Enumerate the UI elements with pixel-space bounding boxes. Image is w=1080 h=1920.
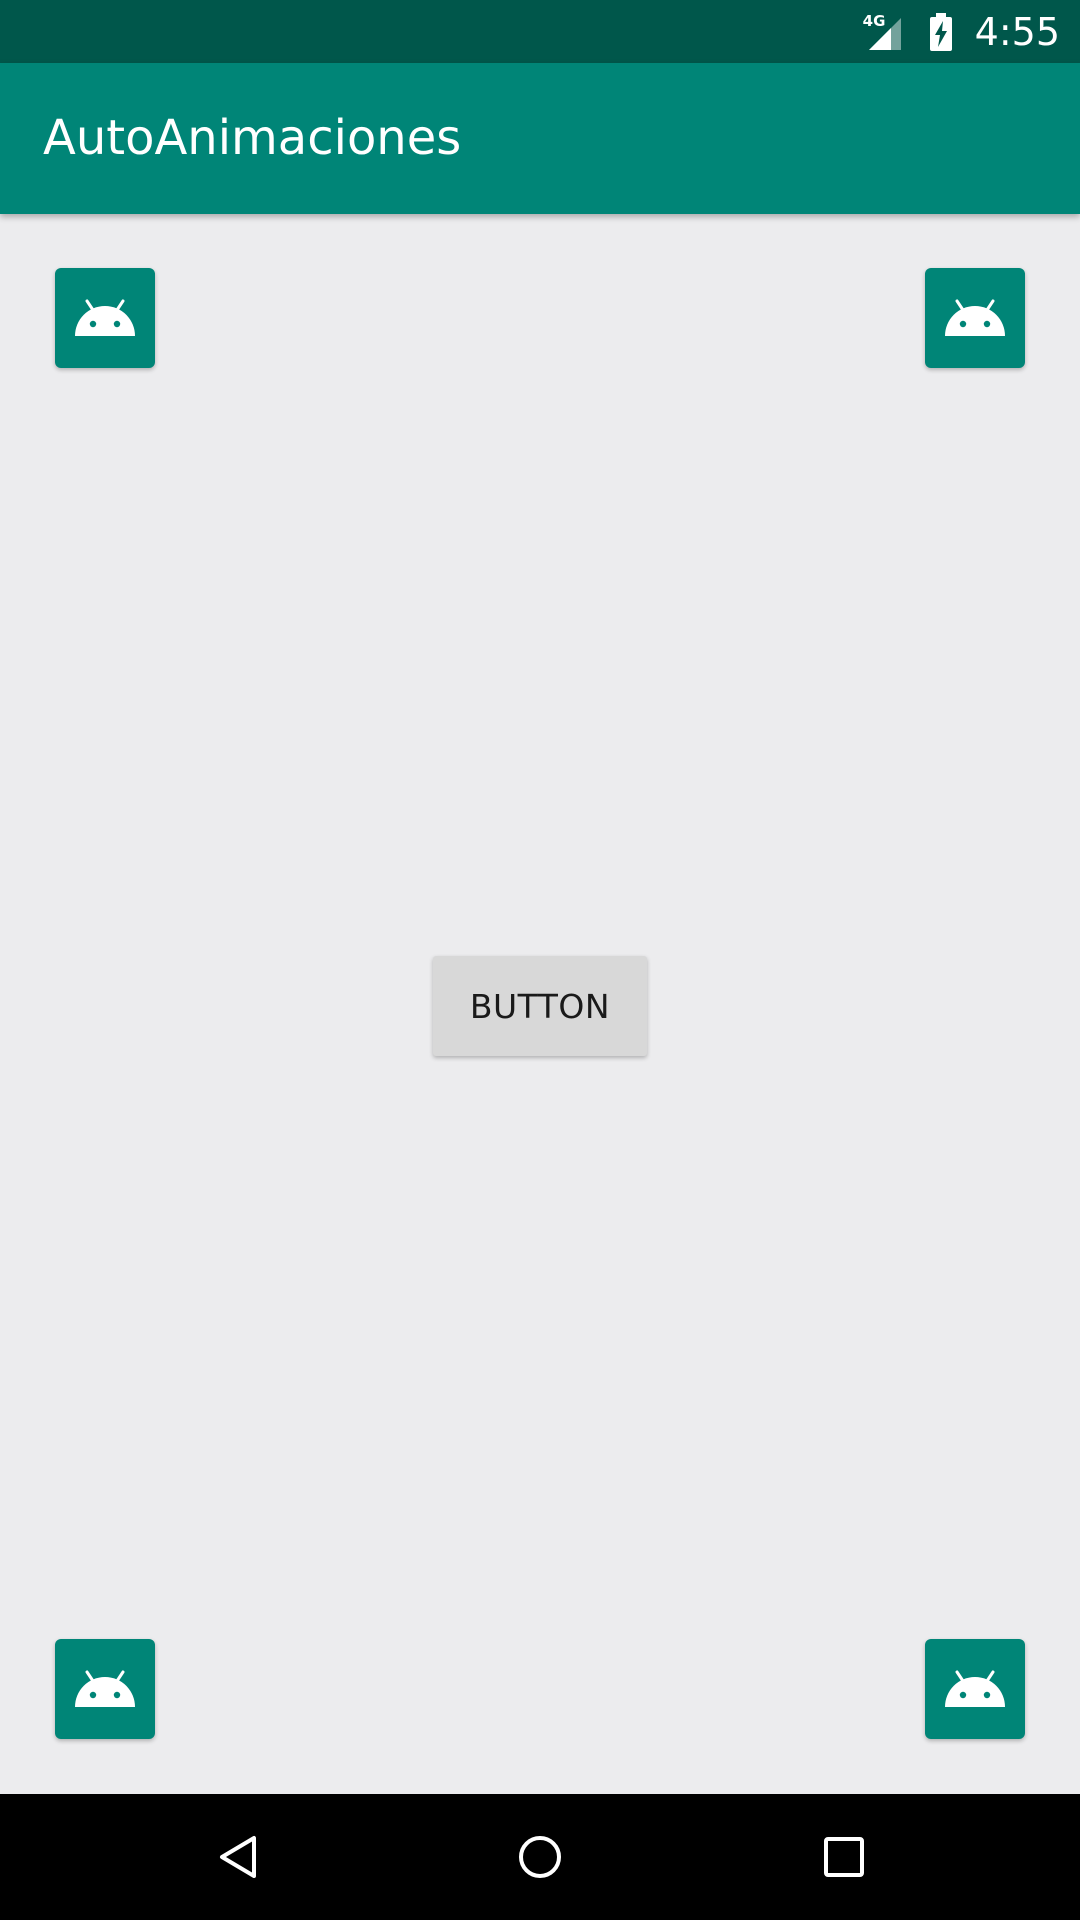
navigation-bar: [0, 1794, 1080, 1920]
battery-charging-icon: [929, 12, 952, 51]
android-icon: [945, 1670, 1005, 1707]
screen: 4G 4:55 AutoAnimaciones BUTTON: [0, 0, 1080, 1920]
app-bar: AutoAnimaciones: [0, 63, 1080, 214]
android-launcher-icon-bottom-left: [55, 1639, 155, 1739]
android-icon: [945, 299, 1005, 336]
signal-icon: [868, 17, 901, 50]
status-bar: 4G 4:55: [0, 0, 1080, 63]
home-icon[interactable]: [515, 1832, 565, 1882]
main-button[interactable]: BUTTON: [433, 956, 647, 1056]
clock: 4:55: [974, 9, 1060, 54]
android-launcher-icon-bottom-right: [925, 1639, 1025, 1739]
android-launcher-icon-top-left: [55, 268, 155, 368]
content-area: BUTTON: [0, 214, 1080, 1794]
recents-icon[interactable]: [819, 1832, 869, 1882]
network-indicator: 4G: [863, 12, 907, 52]
status-icons: 4G 4:55: [863, 0, 1060, 63]
back-icon[interactable]: [214, 1832, 264, 1882]
app-title: AutoAnimaciones: [43, 110, 462, 166]
android-icon: [75, 1670, 135, 1707]
android-icon: [75, 299, 135, 336]
android-launcher-icon-top-right: [925, 268, 1025, 368]
